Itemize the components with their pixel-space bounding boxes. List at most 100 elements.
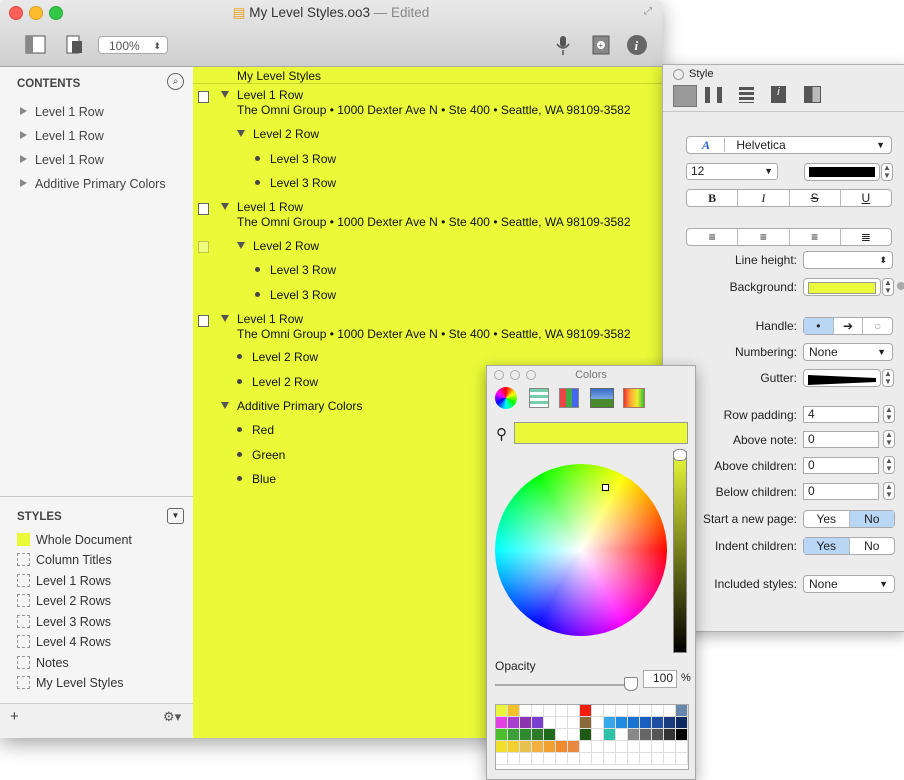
outline-row-level-1[interactable]: Additive Primary Colors <box>221 399 362 413</box>
row-padding-field[interactable]: 4 <box>803 406 879 423</box>
note-icon[interactable] <box>198 91 209 103</box>
note-icon[interactable] <box>198 315 209 327</box>
note-icon[interactable] <box>198 203 209 215</box>
color-swatch[interactable] <box>556 717 568 729</box>
below-children-field[interactable]: 0 <box>803 483 879 500</box>
color-swatch[interactable] <box>520 741 532 753</box>
color-swatch[interactable] <box>520 729 532 741</box>
align-right-icon[interactable]: ≡ <box>790 229 841 245</box>
indent-no[interactable]: No <box>850 538 895 554</box>
align-justify-icon[interactable]: ≣ <box>841 229 891 245</box>
image-palettes-tab-icon[interactable] <box>590 388 614 408</box>
contents-item[interactable]: Level 1 Row <box>20 105 104 119</box>
style-level-2-rows[interactable]: Level 2 Rows <box>17 592 111 610</box>
gutter-popup[interactable] <box>803 369 881 387</box>
color-swatch[interactable] <box>520 753 532 765</box>
color-swatch[interactable] <box>520 705 532 717</box>
color-swatch[interactable] <box>568 741 580 753</box>
inspector-toggle-icon[interactable] <box>64 34 86 56</box>
row-note[interactable]: The Omni Group • 1000 Dexter Ave N • Ste… <box>237 327 631 341</box>
color-swatch[interactable] <box>580 741 592 753</box>
magnifier-icon[interactable]: ⚲ <box>496 425 507 443</box>
color-swatch[interactable] <box>676 705 688 717</box>
brightness-knob[interactable] <box>673 449 687 461</box>
above-children-field[interactable]: 0 <box>803 457 879 474</box>
new-page-yes[interactable]: Yes <box>804 511 850 527</box>
opacity-slider-track[interactable] <box>495 684 635 686</box>
color-swatch[interactable] <box>676 753 688 765</box>
color-swatch[interactable] <box>628 753 640 765</box>
tab-columns-icon[interactable] <box>705 87 722 103</box>
color-swatch[interactable] <box>544 741 556 753</box>
color-swatch[interactable] <box>628 729 640 741</box>
add-note-icon[interactable]: + <box>590 34 612 56</box>
style-column-titles[interactable]: Column Titles <box>17 551 112 569</box>
color-swatch[interactable] <box>652 741 664 753</box>
color-palettes-tab-icon[interactable] <box>559 388 579 408</box>
color-swatch[interactable] <box>676 729 688 741</box>
zoom-popup[interactable]: 100% ⬍ <box>98 36 168 54</box>
crayons-tab-icon[interactable] <box>623 388 645 408</box>
color-swatch[interactable] <box>556 729 568 741</box>
color-swatch[interactable] <box>568 717 580 729</box>
style-level-3-rows[interactable]: Level 3 Rows <box>17 613 111 631</box>
handle-drag-icon[interactable]: ➔ <box>834 318 864 334</box>
style-level-4-rows[interactable]: Level 4 Rows <box>17 633 111 651</box>
outline-row-level-2[interactable]: Level 2 Row <box>237 239 319 253</box>
color-swatch[interactable] <box>496 717 508 729</box>
color-swatch[interactable] <box>604 717 616 729</box>
contents-item[interactable]: Level 1 Row <box>20 153 104 167</box>
color-swatch[interactable] <box>532 729 544 741</box>
color-swatch[interactable] <box>604 705 616 717</box>
above-note-field[interactable]: 0 <box>803 431 879 448</box>
color-swatch[interactable] <box>640 753 652 765</box>
color-swatch[interactable] <box>508 753 520 765</box>
color-swatch[interactable] <box>592 741 604 753</box>
tab-layout-icon[interactable] <box>804 86 821 103</box>
brightness-slider[interactable] <box>673 451 687 653</box>
color-swatch[interactable] <box>508 741 520 753</box>
style-my-level-styles[interactable]: My Level Styles <box>17 674 124 692</box>
line-height-popup[interactable]: ⬍ <box>803 251 893 269</box>
outline-row-level-2[interactable]: Level 2 Row <box>237 375 318 389</box>
color-swatch[interactable] <box>664 717 676 729</box>
styles-menu-icon[interactable]: ▼ <box>167 508 184 524</box>
text-color-stepper[interactable]: ▲ ▼ <box>881 163 893 181</box>
color-swatch[interactable] <box>496 705 508 717</box>
outline-row-level-3[interactable]: Level 3 Row <box>255 263 336 277</box>
gutter-stepper[interactable]: ▲ ▼ <box>882 369 894 387</box>
color-swatch[interactable] <box>628 717 640 729</box>
outline-row-level-2[interactable]: Red <box>237 423 274 437</box>
color-swatch[interactable] <box>544 705 556 717</box>
color-swatch[interactable] <box>640 705 652 717</box>
align-left-icon[interactable]: ≡ <box>687 229 739 245</box>
color-swatch[interactable] <box>616 741 628 753</box>
color-swatch[interactable] <box>508 717 520 729</box>
below-children-stepper[interactable]: ▲ ▼ <box>883 482 895 500</box>
color-swatch[interactable] <box>532 705 544 717</box>
row-padding-stepper[interactable]: ▲ ▼ <box>883 405 895 423</box>
color-swatch[interactable] <box>676 717 688 729</box>
inspector-close-icon[interactable] <box>673 69 684 80</box>
handle-dot-icon[interactable]: • <box>804 318 834 334</box>
color-swatch[interactable] <box>580 717 592 729</box>
outline-row-level-1[interactable]: Level 1 Row <box>221 88 303 102</box>
underline-button[interactable]: U <box>841 190 891 206</box>
font-popup[interactable]: A Helvetica ▼ <box>686 136 892 154</box>
color-swatch[interactable] <box>616 753 628 765</box>
strikethrough-button[interactable]: S <box>790 190 841 206</box>
column-title[interactable]: My Level Styles <box>237 69 321 83</box>
row-note[interactable]: The Omni Group • 1000 Dexter Ave N • Ste… <box>237 215 631 229</box>
color-swatch[interactable] <box>544 729 556 741</box>
color-swatch[interactable] <box>604 753 616 765</box>
color-swatch[interactable] <box>616 705 628 717</box>
color-swatch[interactable] <box>640 717 652 729</box>
tab-style-icon[interactable] <box>673 85 697 107</box>
color-sliders-tab-icon[interactable] <box>529 388 549 408</box>
opacity-field[interactable]: 100 <box>643 670 677 688</box>
color-swatch[interactable] <box>568 705 580 717</box>
contents-item[interactable]: Level 1 Row <box>20 129 104 143</box>
align-center-icon[interactable]: ≡ <box>738 229 790 245</box>
color-swatch[interactable] <box>604 741 616 753</box>
search-icon[interactable]: ⌕ <box>167 73 184 90</box>
